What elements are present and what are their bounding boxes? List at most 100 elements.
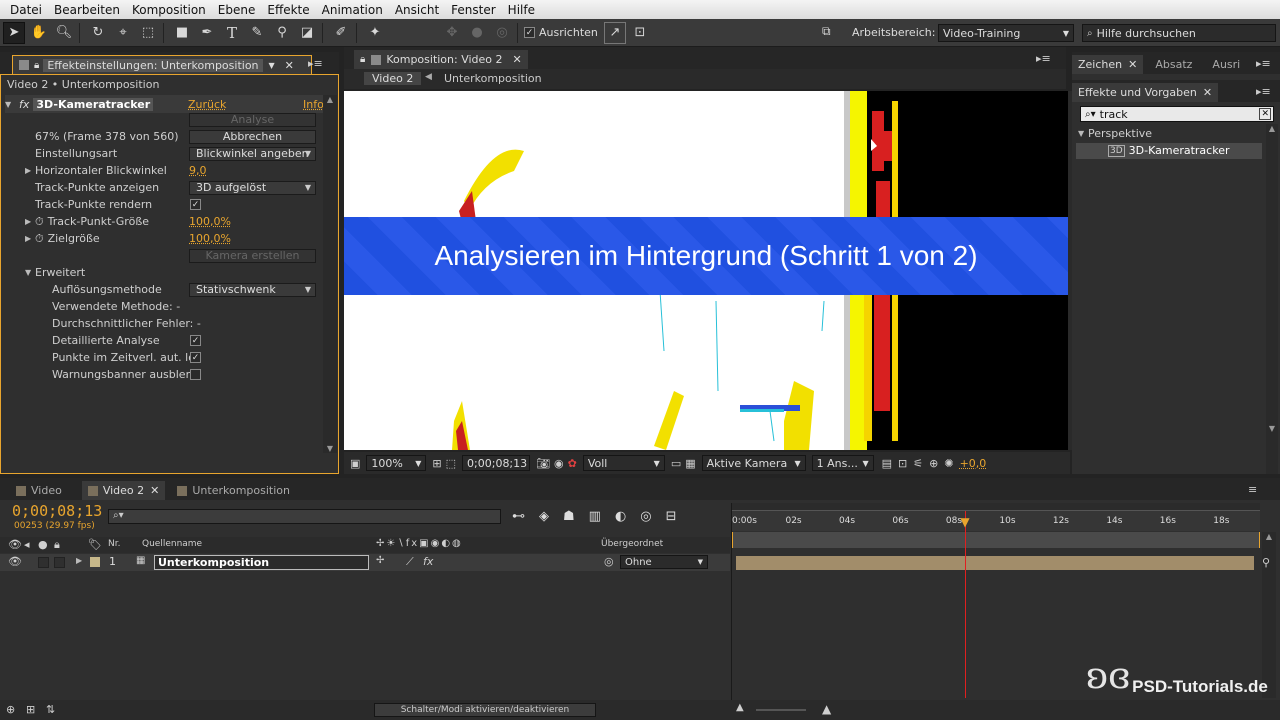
detailed-analysis-checkbox[interactable]: ✓ [190, 335, 201, 346]
region-icon[interactable]: ⬚ [446, 457, 456, 470]
transparency-grid-icon[interactable]: ▦ [685, 457, 695, 470]
close-icon[interactable]: ✕ [513, 53, 522, 66]
setting-type-dropdown[interactable]: Blickwinkel angeben [189, 147, 316, 161]
camera-tool-icon[interactable]: ⌖ [112, 22, 134, 44]
parent-dropdown[interactable]: Ohne ▼ [620, 555, 708, 569]
audio-switch-icon[interactable]: ◂ [24, 538, 30, 551]
exposure-value[interactable]: +0,0 [960, 457, 987, 470]
axis-world-icon[interactable]: ● [466, 22, 488, 44]
cancel-button[interactable]: Abbrechen [189, 130, 316, 144]
tab-timeline-video2[interactable]: Video 2 ✕ [81, 481, 166, 500]
timeline-timecode[interactable]: 0;00;08;13 [12, 502, 102, 520]
toggle-modes-icon[interactable]: ⊞ [26, 703, 35, 716]
tab-paragraph[interactable]: Absatz [1149, 55, 1198, 74]
region-of-interest-icon[interactable]: ▭ [671, 457, 681, 470]
hfov-value[interactable]: 9,0 [189, 164, 207, 177]
track-size-value[interactable]: 100,0% [189, 215, 231, 228]
tab-timeline-unterkomposition[interactable]: Unterkomposition [171, 481, 296, 500]
tab-character[interactable]: Zeichen ✕ [1072, 55, 1144, 74]
hide-banner-checkbox[interactable] [190, 369, 201, 380]
fx-icon[interactable]: fx [19, 98, 29, 111]
clone-stamp-tool-icon[interactable]: ⚲ [271, 22, 293, 44]
col-parent[interactable]: Übergeordnet [601, 539, 663, 549]
parent-pickwhip-icon[interactable]: ◎ [604, 555, 614, 568]
zoom-out-icon[interactable]: ▲ [736, 702, 744, 713]
hand-tool-icon[interactable]: ✋ [28, 22, 50, 44]
zoom-in-icon[interactable]: ▲ [822, 702, 831, 716]
stopwatch-icon[interactable]: ⏱︎ [35, 215, 44, 229]
render-track-checkbox[interactable]: ✓ [190, 199, 201, 210]
collapse-switch-icon[interactable]: ✢ [376, 555, 384, 566]
rectangle-tool-icon[interactable]: ■ [171, 22, 193, 44]
clear-search-icon[interactable]: ✕ [1259, 108, 1271, 120]
table-row[interactable]: 👁︎ ▶ 1 ▦ Unterkomposition ✢ ⟋ fx ◎ Ohne ▼ [0, 554, 730, 571]
category-expand-triangle[interactable]: ▼ [1078, 129, 1088, 138]
tab-align[interactable]: Ausri [1206, 55, 1246, 74]
puppet-tool-icon[interactable]: ✦ [364, 22, 386, 44]
layer-label-color[interactable] [90, 557, 100, 567]
workspace-dropdown[interactable]: Video-Training ▼ [938, 24, 1074, 42]
timecode-field[interactable]: 0;00;08;13 [462, 455, 531, 471]
close-icon[interactable]: ✕ [1203, 86, 1212, 99]
snapshot-icon[interactable]: 📷︎ [536, 457, 550, 470]
category-perspective[interactable]: ▼ Perspektive [1078, 127, 1152, 140]
effect-name[interactable]: 3D-Kameratracker [33, 98, 154, 111]
lock-icon[interactable]: 🔒︎ [34, 60, 39, 71]
rotate-tool-icon[interactable]: ↻ [87, 22, 109, 44]
pen-tool-icon[interactable]: ✒ [196, 22, 218, 44]
toggle-in-out-icon[interactable]: ⇅ [46, 703, 55, 716]
solo-switch-icon[interactable]: ● [38, 538, 48, 551]
snap-icon[interactable]: ↗ [603, 21, 626, 44]
motion-blur-icon[interactable]: ◐ [615, 509, 626, 524]
menu-ebene[interactable]: Ebene [212, 3, 262, 17]
menu-hilfe[interactable]: Hilfe [502, 3, 541, 17]
col-source-name[interactable]: Quellenname [142, 539, 202, 549]
toggle-switches-modes-button[interactable]: Schalter/Modi aktivieren/deaktivieren [374, 703, 596, 717]
effects-scrollbar[interactable]: ▲ ▼ [1266, 124, 1278, 474]
target-size-value[interactable]: 100,0% [189, 232, 231, 245]
panel-menu-icon[interactable]: ▸≡ [308, 57, 323, 70]
zoom-dropdown[interactable]: 100% ▼ [366, 455, 427, 471]
shy-layers-icon[interactable]: ☗ [563, 509, 575, 524]
playhead-handle-icon[interactable]: ▼ [960, 515, 970, 529]
effect-expand-triangle[interactable]: ▼ [5, 100, 15, 109]
close-icon[interactable]: ✕ [285, 59, 294, 72]
axis-view-icon[interactable]: ◎ [491, 22, 513, 44]
pan-behind-tool-icon[interactable]: ⬚ [137, 22, 159, 44]
video-switch-icon[interactable]: 👁︎ [8, 538, 22, 551]
hfov-expand-triangle[interactable]: ▶ [25, 166, 35, 175]
layer-name-field[interactable]: Unterkomposition [154, 555, 369, 570]
quality-switch-icon[interactable]: ⟋ [406, 555, 414, 569]
composition-viewer[interactable]: Analysieren im Hintergrund (Schritt 1 vo… [344, 91, 1068, 450]
resolution-dropdown[interactable]: Voll ▼ [582, 455, 665, 471]
show-snapshot-icon[interactable]: ◉ [554, 457, 564, 470]
effect-panel-scrollbar[interactable]: ▲ ▼ [323, 95, 337, 453]
timeline-side-icon[interactable]: ⚲ [1262, 556, 1270, 569]
align-toggle[interactable]: ✓ Ausrichten [524, 26, 598, 39]
create-camera-button[interactable]: Kamera erstellen [189, 249, 316, 263]
close-icon[interactable]: ✕ [150, 484, 159, 497]
fast-preview-icon[interactable]: ⊡ [898, 457, 907, 470]
visibility-eye-icon[interactable]: 👁︎ [8, 555, 22, 568]
zoom-tool-icon[interactable]: 🔍︎ [53, 22, 75, 44]
crumb-unterkomposition[interactable]: Unterkomposition [444, 72, 542, 85]
chevron-down-icon[interactable]: ▼ [269, 61, 275, 70]
zoom-slider[interactable] [756, 709, 806, 711]
reset-link[interactable]: Zurück [188, 98, 226, 111]
tab-effect-controls[interactable]: 🔒︎ Effekteinstellungen: Unterkomposition… [12, 55, 312, 74]
camera-dropdown[interactable]: Aktive Kamera ▼ [701, 455, 806, 471]
target-size-expand-triangle[interactable]: ▶ [25, 234, 35, 243]
channels-icon[interactable]: ✿ [568, 457, 577, 470]
views-dropdown[interactable]: 1 Ans... ▼ [811, 455, 874, 471]
brush-tool-icon[interactable]: ✎ [246, 22, 268, 44]
panel-menu-icon[interactable]: ▸≡ [1036, 52, 1051, 65]
playhead[interactable] [965, 511, 967, 698]
menu-animation[interactable]: Animation [316, 3, 389, 17]
text-tool-icon[interactable]: T [221, 22, 243, 44]
menu-ansicht[interactable]: Ansicht [389, 3, 445, 17]
toggle-switches-icon[interactable]: ⊕ [6, 703, 15, 716]
menu-komposition[interactable]: Komposition [126, 3, 212, 17]
safe-margins-icon[interactable]: ▣ [350, 457, 360, 470]
exposure-icon[interactable]: ✺ [944, 457, 953, 470]
panel-menu-icon[interactable]: ≡ [1248, 483, 1257, 496]
